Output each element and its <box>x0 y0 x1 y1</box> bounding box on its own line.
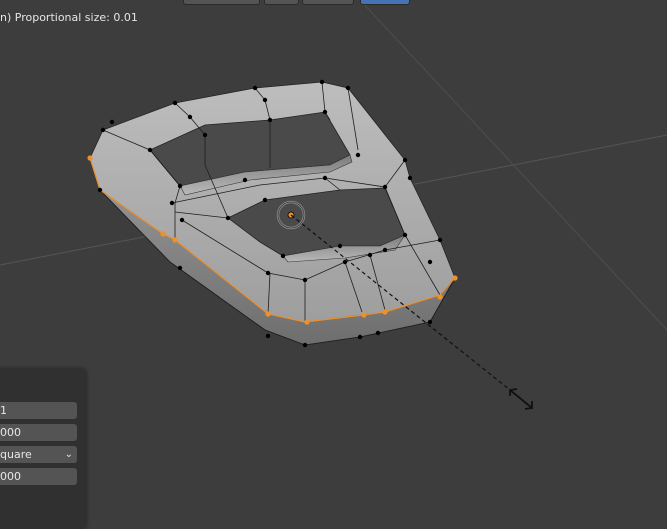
operator-field-2[interactable]: 000 <box>0 424 77 441</box>
operator-panel[interactable]: 1 000 quare ⌄ 000 <box>0 369 86 529</box>
3d-viewport[interactable] <box>0 0 667 521</box>
header-button-1[interactable] <box>183 0 260 5</box>
falloff-dropdown-value: quare <box>0 448 32 461</box>
scale-arrows-cursor-icon <box>509 388 533 410</box>
header-button-4[interactable] <box>360 0 410 5</box>
operator-field-4-value: 000 <box>0 470 21 483</box>
mesh-object[interactable] <box>87 79 458 348</box>
chevron-down-icon: ⌄ <box>64 449 73 460</box>
header-button-3[interactable] <box>302 0 354 5</box>
proportional-size-status: n) Proportional size: 0.01 <box>0 11 138 24</box>
header-button-2[interactable] <box>264 0 299 5</box>
falloff-dropdown[interactable]: quare ⌄ <box>0 446 77 463</box>
operator-field-4[interactable]: 000 <box>0 468 77 485</box>
operator-field-2-value: 000 <box>0 426 21 439</box>
operator-field-1-value: 1 <box>0 404 7 417</box>
operator-field-1[interactable]: 1 <box>0 402 77 419</box>
